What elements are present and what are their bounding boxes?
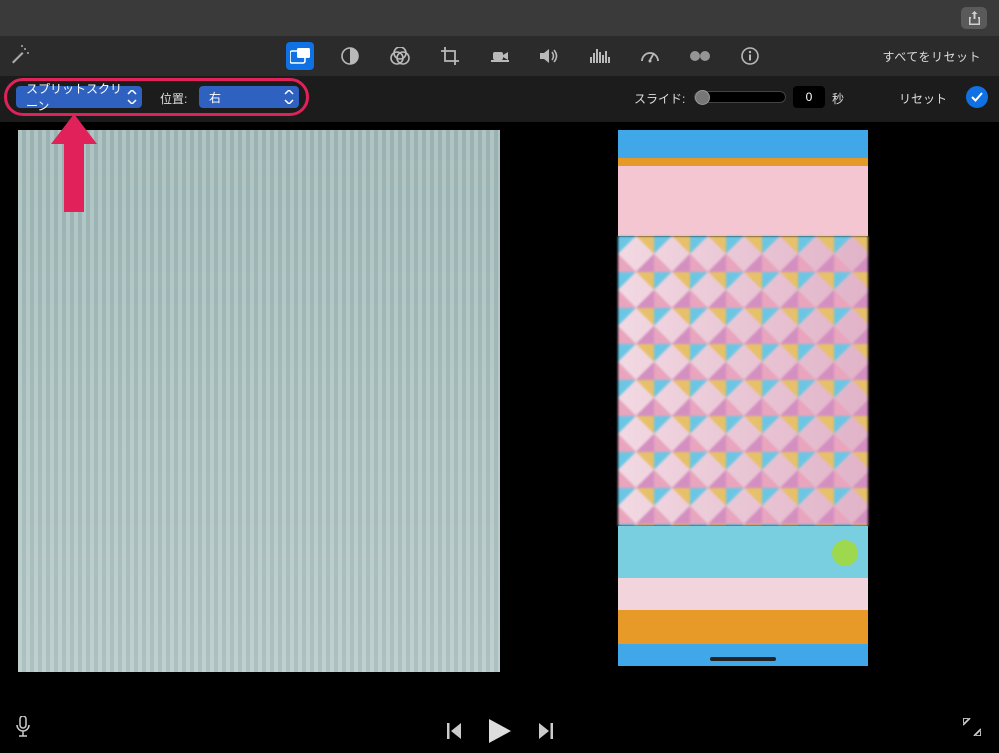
preview-left-background: [18, 130, 500, 672]
color-balance-icon: [341, 47, 359, 65]
seconds-label: 秒: [832, 90, 844, 107]
stabilize-icon: [491, 49, 509, 63]
chevron-down-icon: [127, 90, 137, 104]
share-icon: [968, 11, 981, 26]
reset-all-button[interactable]: すべてをリセット: [883, 48, 981, 65]
color-correction-icon: [390, 47, 410, 65]
video-overlay-button[interactable]: [286, 42, 314, 70]
play-button[interactable]: [489, 719, 511, 743]
apply-check-button[interactable]: [966, 86, 988, 108]
overlay-mode-value: スプリットスクリーン: [26, 80, 122, 114]
play-icon: [489, 719, 511, 743]
crop-button[interactable]: [436, 42, 464, 70]
slide-label: スライド:: [634, 90, 685, 107]
color-balance-button[interactable]: [336, 42, 364, 70]
check-icon: [971, 92, 983, 102]
audio-eq-icon: [590, 49, 610, 63]
inspector-toolbar: すべてをリセット: [0, 36, 999, 76]
magic-wand-icon: [10, 44, 30, 64]
reset-button[interactable]: リセット: [899, 90, 947, 107]
slider-knob[interactable]: [695, 90, 710, 105]
volume-icon: [540, 48, 560, 64]
overlay-options-bar: スプリットスクリーン 位置: 右 スライド: 0 秒 リセット: [0, 76, 999, 122]
next-frame-icon: [539, 723, 553, 739]
position-label: 位置:: [160, 90, 187, 107]
video-overlay-icon: [290, 48, 310, 64]
overlay-mode-dropdown[interactable]: スプリットスクリーン: [16, 86, 142, 108]
previous-frame-button[interactable]: [447, 723, 461, 739]
annotation-arrow: [64, 138, 84, 212]
info-button[interactable]: [736, 42, 764, 70]
preview-viewer: [18, 130, 981, 672]
fullscreen-icon: [963, 718, 981, 736]
slide-value-field[interactable]: 0: [793, 86, 825, 108]
audio-eq-button[interactable]: [586, 42, 614, 70]
crop-icon: [441, 47, 459, 65]
preview-overlay-clip: [618, 130, 868, 666]
share-button[interactable]: [961, 7, 987, 29]
info-icon: [741, 47, 759, 65]
clip-filter-button[interactable]: [686, 42, 714, 70]
color-correction-button[interactable]: [386, 42, 414, 70]
speed-icon: [640, 49, 660, 63]
stabilize-button[interactable]: [486, 42, 514, 70]
chevron-down-icon: [284, 90, 294, 104]
preview-right-region: [500, 130, 981, 672]
next-frame-button[interactable]: [539, 723, 553, 739]
fullscreen-button[interactable]: [963, 718, 981, 741]
position-dropdown[interactable]: 右: [199, 86, 299, 108]
previous-frame-icon: [447, 723, 461, 739]
clip-filter-icon: [689, 49, 711, 63]
volume-button[interactable]: [536, 42, 564, 70]
position-value: 右: [209, 89, 221, 106]
magic-wand-button[interactable]: [10, 44, 30, 69]
slide-slider[interactable]: [694, 91, 786, 103]
playback-controls: [0, 709, 999, 753]
speed-button[interactable]: [636, 42, 664, 70]
